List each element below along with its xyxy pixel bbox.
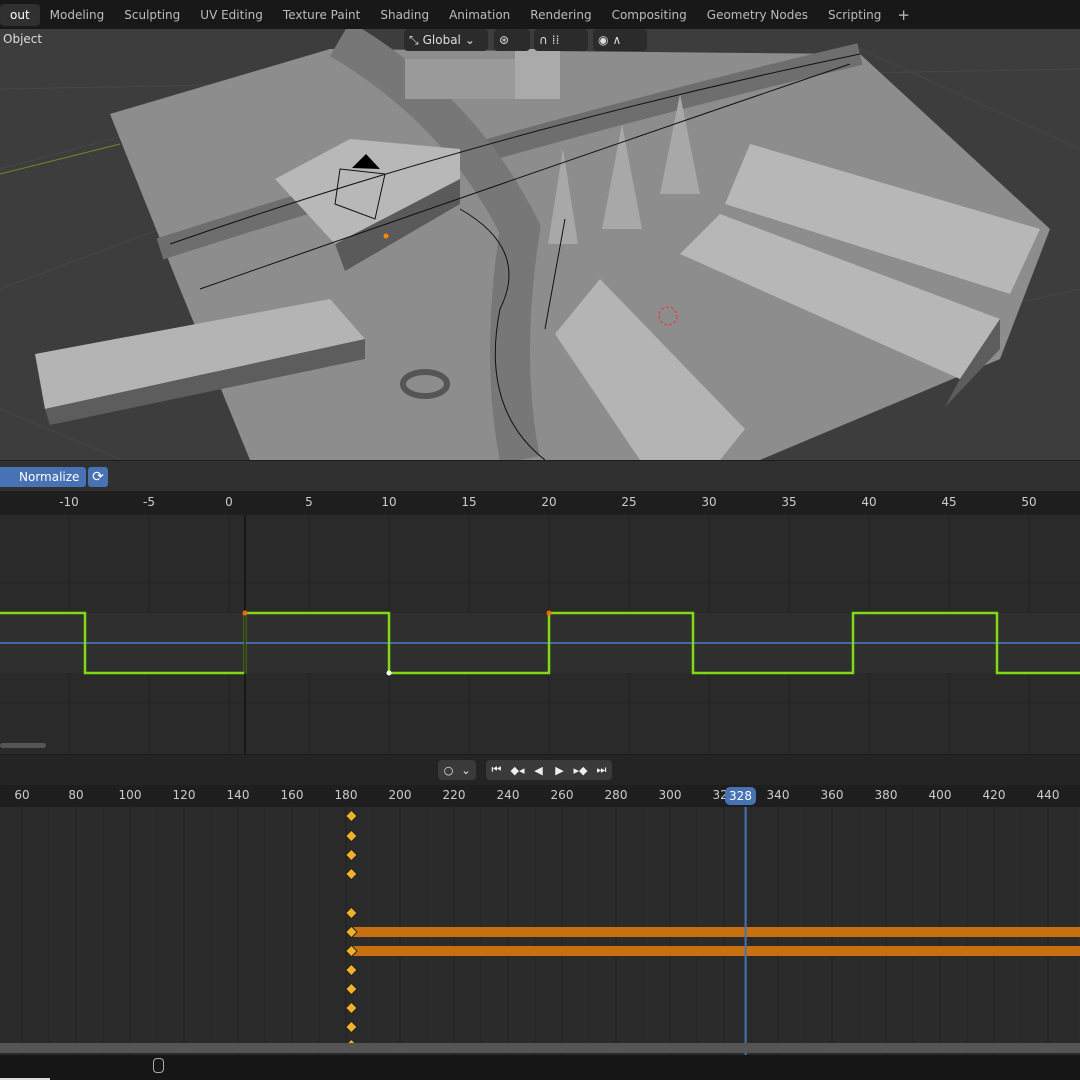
pivot-icon: ⊛	[499, 33, 510, 47]
keyframe-diamond[interactable]	[345, 982, 358, 996]
tab-texture-paint[interactable]: Texture Paint	[273, 4, 370, 26]
snap-icon: ∩	[539, 33, 548, 47]
dope-canvas[interactable]	[0, 755, 1080, 1055]
snap-toggle[interactable]: ∩ ⁞⁞	[534, 29, 588, 51]
tab-uv-editing[interactable]: UV Editing	[190, 4, 273, 26]
keyframe-point[interactable]	[242, 610, 248, 616]
keyframe-diamond[interactable]	[345, 1020, 358, 1034]
transform-orientation-icon: ⤡	[409, 32, 419, 47]
tab-rendering[interactable]: Rendering	[520, 4, 601, 26]
graph-editor[interactable]: Normalize ⟳ -10 -5 0 5 10 15 20 25 30 35 40 45 50	[0, 461, 1080, 754]
mode-selector[interactable]: Object	[3, 32, 42, 46]
3d-viewport[interactable]	[0, 29, 1080, 460]
hold-bar[interactable]	[351, 946, 1080, 956]
tab-geometry-nodes[interactable]: Geometry Nodes	[697, 4, 818, 26]
mouse-icon	[153, 1058, 164, 1073]
snap-increment-icon: ⁞⁞	[551, 33, 560, 47]
plus-icon[interactable]: +	[891, 6, 916, 24]
tab-shading[interactable]: Shading	[370, 4, 439, 26]
tab-out[interactable]: out	[0, 3, 40, 26]
keyframe-diamond[interactable]	[345, 906, 358, 920]
keyframe-diamond[interactable]	[345, 809, 358, 823]
transform-orientation-dropdown[interactable]: ⤡ Global ⌄	[404, 29, 488, 51]
keyframe-diamond[interactable]	[345, 848, 358, 862]
horizontal-scrollbar[interactable]	[0, 743, 46, 748]
viewport-header: Object ⤡ Global ⌄ ⊛ ∩ ⁞⁞ ◉ ∧	[0, 29, 1080, 51]
keyframe-diamond[interactable]	[345, 829, 358, 843]
proportional-edit-toggle[interactable]: ◉ ∧	[593, 29, 647, 51]
keyframe-diamond[interactable]	[345, 1001, 358, 1015]
dope-sheet[interactable]: ○ ⌄ ⏮ ◆◂ ◀ ▶ ▸◆ ⏭ 440 420 400 380 360 340 320 300 280 2…	[0, 755, 1080, 1055]
status-bar	[0, 1055, 1080, 1080]
keyframe-point[interactable]	[546, 610, 552, 616]
tab-compositing[interactable]: Compositing	[602, 4, 697, 26]
workspace-tabs: out Modeling Sculpting UV Editing Texture Pa…	[0, 0, 1080, 29]
falloff-icon: ∧	[612, 33, 622, 47]
tab-sculpting[interactable]: Sculpting	[114, 4, 190, 26]
scene-render	[0, 29, 1080, 460]
tab-modeling[interactable]: Modeling	[40, 4, 115, 26]
hold-bar[interactable]	[351, 927, 1080, 937]
pivot-point-dropdown[interactable]: ⊛	[494, 29, 530, 51]
proportional-edit-icon: ◉	[598, 33, 609, 47]
graph-canvas[interactable]	[0, 461, 1080, 754]
keyframe-diamond[interactable]	[345, 867, 358, 881]
horizontal-scrollbar[interactable]	[0, 1043, 1080, 1053]
chevron-down-icon: ⌄	[464, 33, 475, 47]
keyframe-diamond[interactable]	[345, 963, 358, 977]
tab-scripting[interactable]: Scripting	[818, 4, 891, 26]
tab-animation[interactable]: Animation	[439, 4, 520, 26]
keyframe-point[interactable]	[386, 670, 392, 676]
